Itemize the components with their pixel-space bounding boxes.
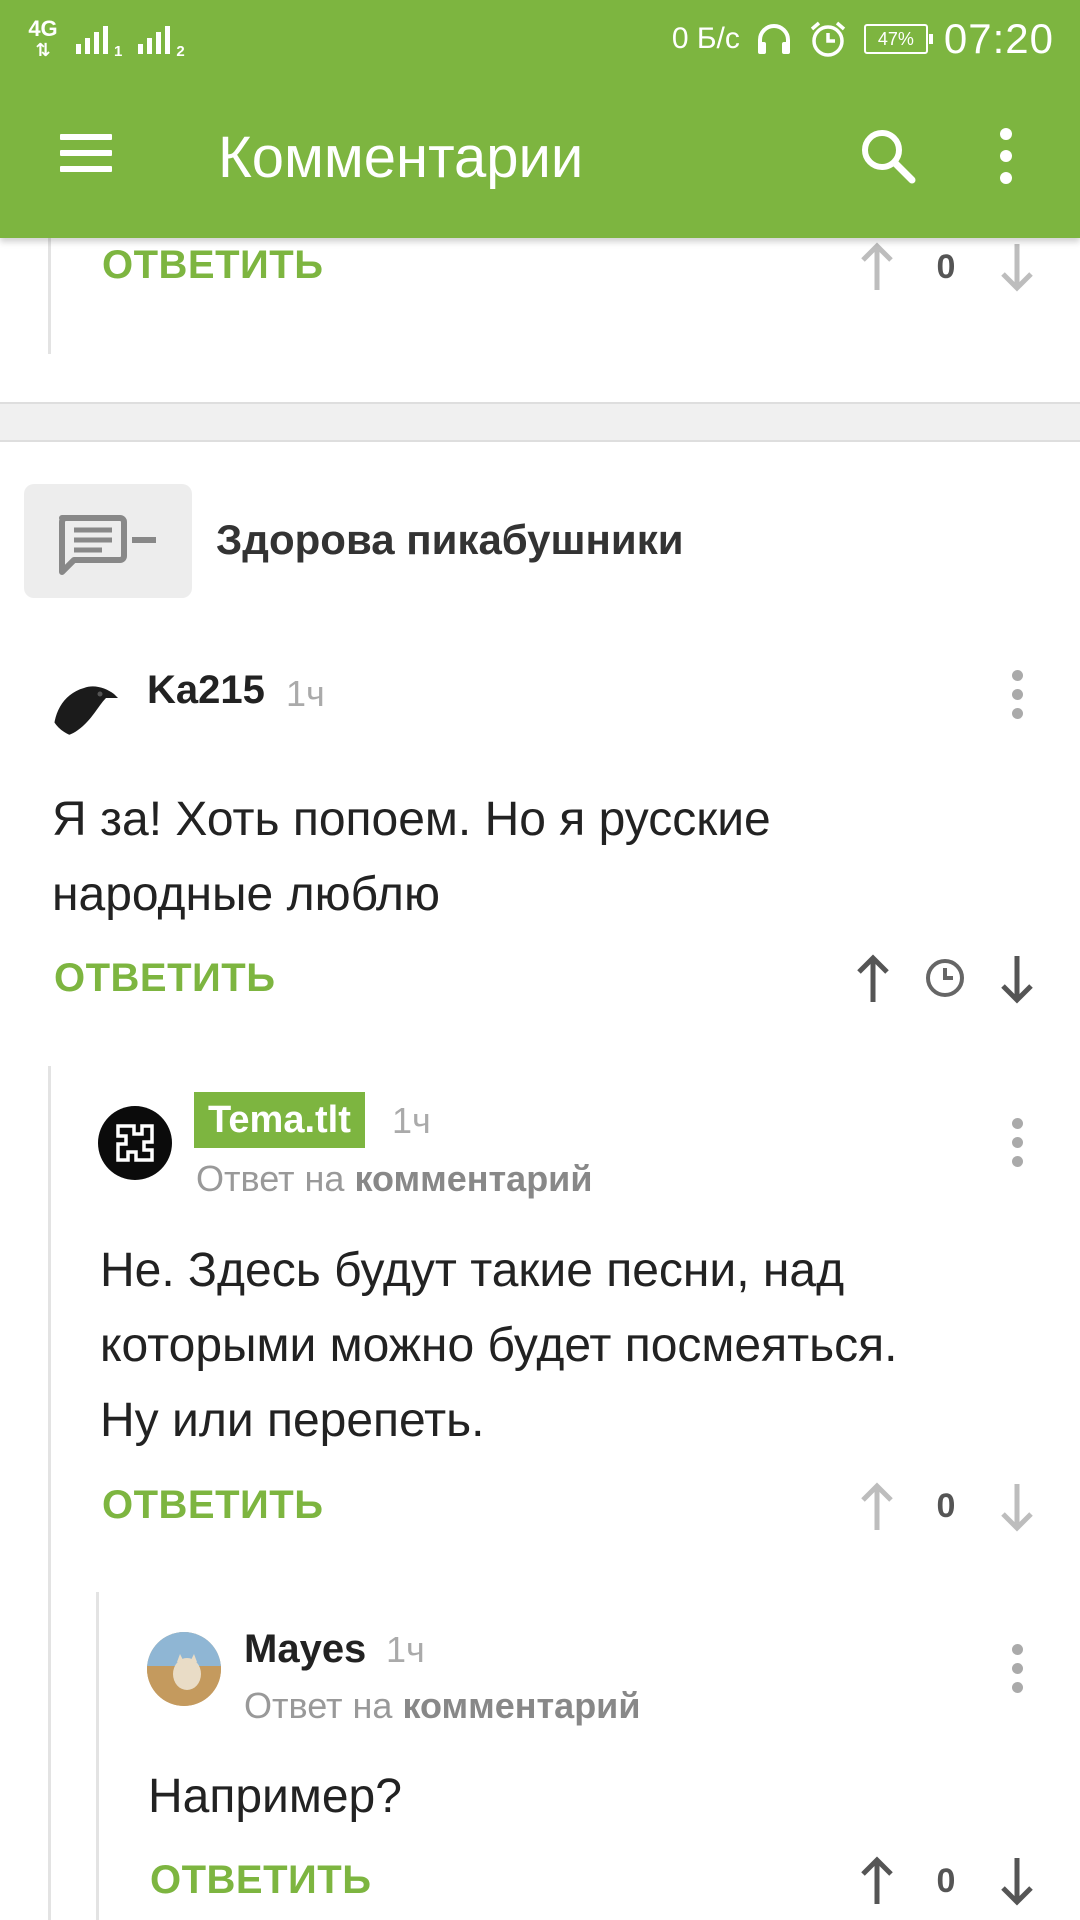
comment-menu-icon[interactable] bbox=[1012, 670, 1026, 727]
avatar[interactable] bbox=[98, 1106, 172, 1180]
sim2-label: 2 bbox=[176, 43, 185, 60]
network-type: 4G ⇅ bbox=[28, 15, 58, 60]
status-right: 0 Б/с 47% 07:20 bbox=[672, 12, 1054, 66]
username-label: Tema.tlt bbox=[208, 1099, 351, 1141]
post-title[interactable]: Здорова пикабушники bbox=[216, 516, 684, 564]
username[interactable]: Mayes bbox=[244, 1627, 366, 1672]
reply-button[interactable]: ОТВЕТИТЬ bbox=[54, 956, 275, 1001]
comment-time: 1ч bbox=[386, 1629, 425, 1670]
avatar[interactable] bbox=[147, 1632, 221, 1706]
comment-text-line: Например? bbox=[148, 1770, 402, 1823]
reply-button[interactable]: ОТВЕТИТЬ bbox=[150, 1858, 371, 1903]
downvote-icon[interactable] bbox=[997, 952, 1037, 1006]
logo-avatar-icon bbox=[116, 1124, 154, 1162]
upvote-icon[interactable] bbox=[857, 1480, 897, 1534]
reply-to-link[interactable]: комментарий bbox=[354, 1158, 592, 1199]
alarm-icon bbox=[810, 21, 846, 57]
top-bar: 4G ⇅ 1 2 0 Б/с 47% 07:20 Комментарии bbox=[0, 0, 1080, 238]
more-vert-icon[interactable] bbox=[1000, 128, 1012, 188]
comment-text-line: которыми можно будет посмеяться. bbox=[100, 1319, 898, 1372]
sim1-label: 1 bbox=[114, 43, 123, 60]
comment-collapse-icon bbox=[59, 515, 156, 575]
reply-to-prefix: Ответ на bbox=[244, 1685, 393, 1726]
comment-text-line: Ну или перепеть. bbox=[100, 1394, 485, 1447]
thread-line bbox=[48, 238, 51, 354]
reply-to-link[interactable]: комментарий bbox=[402, 1685, 640, 1726]
signal-icon: 1 bbox=[76, 24, 122, 60]
upvote-icon[interactable] bbox=[857, 1854, 897, 1908]
comment-time: 1ч bbox=[286, 673, 325, 714]
downvote-icon[interactable] bbox=[997, 1480, 1037, 1534]
comment-text: Я за! Хоть попоем. Но я русские народные… bbox=[52, 782, 1052, 932]
menu-icon[interactable] bbox=[60, 134, 112, 178]
clock-icon bbox=[926, 959, 964, 997]
downvote-icon[interactable] bbox=[997, 240, 1037, 294]
battery-level: 47% bbox=[877, 29, 914, 49]
thread-line bbox=[96, 1592, 99, 1920]
net-speed: 0 Б/с bbox=[671, 22, 740, 55]
reply-to: Ответ на комментарий bbox=[244, 1685, 640, 1727]
page-title: Комментарии bbox=[218, 125, 584, 190]
status-bar: 4G ⇅ 1 2 0 Б/с 47% 07:20 bbox=[0, 0, 1080, 78]
score: 0 bbox=[936, 1862, 956, 1900]
downvote-icon[interactable] bbox=[997, 1854, 1037, 1908]
reply-to-prefix: Ответ на bbox=[196, 1158, 345, 1199]
score: 0 bbox=[936, 248, 956, 286]
signal-icon: 2 bbox=[138, 24, 185, 60]
comment-menu-icon[interactable] bbox=[1012, 1118, 1026, 1175]
headphones-icon bbox=[757, 24, 790, 54]
score: 0 bbox=[936, 1487, 956, 1525]
comment-text-line: народные люблю bbox=[52, 868, 440, 921]
clock: 07:20 bbox=[943, 15, 1054, 62]
comment-text-line: Я за! Хоть попоем. Но я русские bbox=[52, 793, 771, 846]
section-divider bbox=[0, 402, 1080, 442]
reply-button[interactable]: ОТВЕТИТЬ bbox=[102, 1483, 323, 1528]
reply-button[interactable]: ОТВЕТИТЬ bbox=[102, 243, 323, 288]
username[interactable]: Ka215 bbox=[147, 668, 265, 713]
thread-line bbox=[48, 1066, 51, 1920]
comment-time: 1ч bbox=[392, 1100, 431, 1141]
search-icon[interactable] bbox=[858, 126, 918, 186]
upvote-icon[interactable] bbox=[857, 240, 897, 294]
reply-to: Ответ на комментарий bbox=[196, 1158, 592, 1200]
crow-avatar-icon bbox=[53, 686, 118, 737]
avatar[interactable] bbox=[48, 666, 120, 738]
comment-text: Например? bbox=[148, 1759, 1048, 1834]
username[interactable]: Tema.tlt bbox=[194, 1092, 365, 1148]
app-bar: Комментарии bbox=[0, 78, 1080, 238]
comment-text: Не. Здесь будут такие песни, над которым… bbox=[100, 1233, 1060, 1458]
status-left: 4G ⇅ 1 2 bbox=[26, 14, 185, 64]
upvote-icon[interactable] bbox=[853, 952, 893, 1006]
collapse-post-button[interactable] bbox=[24, 484, 192, 598]
comment-menu-icon[interactable] bbox=[1012, 1644, 1026, 1701]
battery-icon: 47% bbox=[863, 24, 933, 54]
cat-avatar-icon bbox=[147, 1632, 221, 1706]
comment-text-line: Не. Здесь будут такие песни, над bbox=[100, 1244, 845, 1297]
